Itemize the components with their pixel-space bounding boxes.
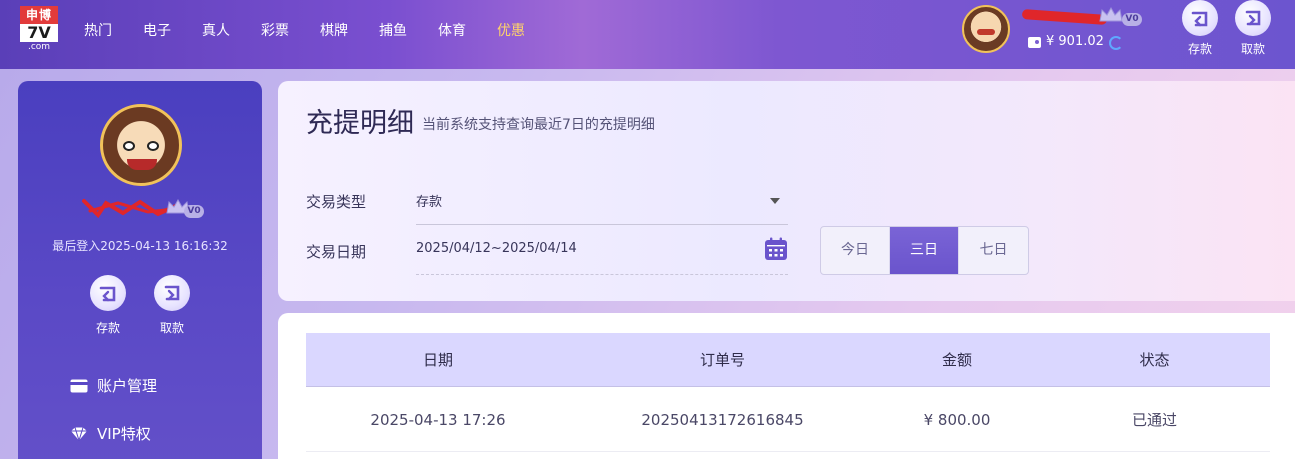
cell-order-number: 20250413172616845 bbox=[641, 411, 804, 429]
range-three-days-button[interactable]: 三日 bbox=[890, 227, 959, 274]
nav-item-fishing[interactable]: 捕鱼 bbox=[379, 20, 407, 40]
crown-icon bbox=[1099, 6, 1123, 22]
nav-item-promotions[interactable]: 优惠 bbox=[497, 20, 525, 40]
header-deposit-label: 存款 bbox=[1187, 42, 1212, 56]
column-header-date[interactable]: 日期 bbox=[306, 333, 570, 386]
column-header-order[interactable]: 订单号 bbox=[570, 333, 875, 386]
header-deposit-button[interactable]: 存款 bbox=[1180, 0, 1220, 57]
calendar-icon[interactable] bbox=[764, 237, 788, 261]
column-header-status[interactable]: 状态 bbox=[1039, 333, 1270, 386]
refresh-icon[interactable] bbox=[1109, 36, 1123, 50]
sidebar: V0 最后登入2025-04-13 16:16:32 存款 取款 账户管理 VI… bbox=[18, 81, 262, 459]
sidebar-item-vip[interactable]: VIP特权 bbox=[70, 423, 151, 444]
nav-item-slots[interactable]: 电子 bbox=[143, 20, 171, 40]
column-header-amount[interactable]: 金额 bbox=[875, 333, 1039, 386]
main-nav: 热门 电子 真人 彩票 棋牌 捕鱼 体育 优惠 bbox=[84, 20, 556, 40]
nav-item-hot[interactable]: 热门 bbox=[84, 20, 112, 40]
sidebar-item-label: 账户管理 bbox=[97, 377, 158, 395]
nav-item-live[interactable]: 真人 bbox=[202, 20, 230, 40]
chevron-down-icon bbox=[770, 198, 780, 204]
username-redaction bbox=[1021, 9, 1108, 25]
range-today-button[interactable]: 今日 bbox=[821, 227, 890, 274]
logo-bottom-text: .com bbox=[27, 42, 51, 52]
range-seven-days-button[interactable]: 七日 bbox=[959, 227, 1028, 274]
site-logo[interactable]: 申博 7V .com bbox=[20, 6, 58, 52]
transaction-type-label: 交易类型 bbox=[306, 193, 367, 211]
records-table-panel: 日期 订单号 金额 状态 2025-04-13 17:26 2025041317… bbox=[278, 313, 1295, 459]
logo-top-text: 申博 bbox=[20, 6, 58, 24]
card-icon bbox=[70, 379, 88, 392]
filter-panel: 充提明细 当前系统支持查询最近7日的充提明细 交易类型 存款 交易日期 2025… bbox=[278, 81, 1295, 301]
diamond-icon bbox=[71, 426, 87, 441]
cell-status: 已通过 bbox=[1131, 411, 1177, 429]
date-range-value: 2025/04/12~2025/04/14 bbox=[416, 241, 577, 256]
sidebar-deposit-button[interactable]: 存款 bbox=[88, 275, 128, 336]
profile-avatar[interactable] bbox=[100, 104, 182, 186]
date-range-picker[interactable]: 2025/04/12~2025/04/14 bbox=[416, 231, 788, 275]
deposit-icon bbox=[90, 275, 126, 311]
withdraw-icon bbox=[1235, 0, 1271, 36]
header-withdraw-button[interactable]: 取款 bbox=[1233, 0, 1273, 57]
sidebar-item-account[interactable]: 账户管理 bbox=[70, 375, 157, 396]
user-avatar[interactable] bbox=[962, 5, 1010, 53]
header-withdraw-label: 取款 bbox=[1240, 42, 1265, 56]
vip-badge: V0 bbox=[184, 205, 204, 218]
page-title: 充提明细 bbox=[306, 108, 414, 139]
avatar-mouth bbox=[127, 159, 157, 170]
transaction-type-select[interactable]: 存款 bbox=[416, 181, 788, 225]
sidebar-withdraw-button[interactable]: 取款 bbox=[152, 275, 192, 336]
transaction-date-label: 交易日期 bbox=[306, 243, 367, 261]
nav-item-lottery[interactable]: 彩票 bbox=[261, 20, 289, 40]
transaction-type-value: 存款 bbox=[416, 195, 443, 210]
balance-amount: ¥ 901.02 bbox=[1046, 34, 1104, 49]
last-login-time: 最后登入2025-04-13 16:16:32 bbox=[52, 239, 228, 253]
sidebar-withdraw-label: 取款 bbox=[159, 321, 184, 335]
deposit-icon bbox=[1182, 0, 1218, 36]
cell-date: 2025-04-13 17:26 bbox=[370, 411, 506, 429]
wallet-icon bbox=[1028, 37, 1041, 48]
nav-item-sports[interactable]: 体育 bbox=[438, 20, 466, 40]
avatar-eye bbox=[123, 141, 135, 151]
avatar-eye bbox=[147, 141, 159, 151]
table-row[interactable]: 2025-04-13 17:26 20250413172616845 ¥ 800… bbox=[306, 388, 1270, 452]
logo-mid-text: 7V bbox=[20, 24, 58, 42]
sidebar-deposit-label: 存款 bbox=[95, 321, 120, 335]
quick-range-selector: 今日 三日 七日 bbox=[820, 226, 1029, 275]
top-bar: 申博 7V .com 热门 电子 真人 彩票 棋牌 捕鱼 体育 优惠 V0 ¥ … bbox=[0, 0, 1295, 69]
table-header: 日期 订单号 金额 状态 bbox=[306, 333, 1270, 387]
page-subtitle: 当前系统支持查询最近7日的充提明细 bbox=[422, 117, 655, 133]
vip-badge: V0 bbox=[1122, 13, 1142, 26]
withdraw-icon bbox=[154, 275, 190, 311]
sidebar-item-label: VIP特权 bbox=[97, 425, 151, 443]
cell-amount: ¥ 800.00 bbox=[923, 411, 991, 429]
nav-item-cards[interactable]: 棋牌 bbox=[320, 20, 348, 40]
